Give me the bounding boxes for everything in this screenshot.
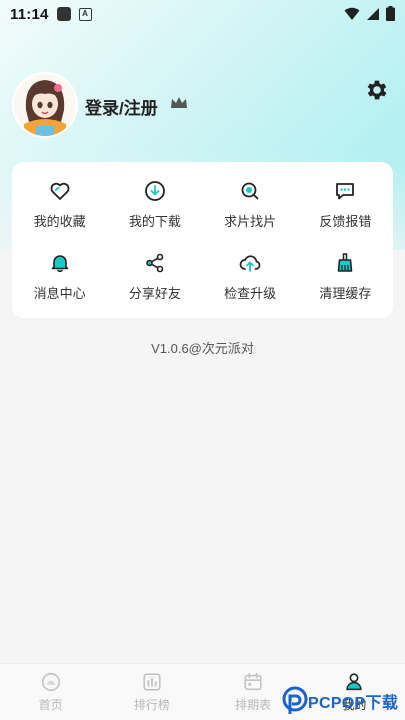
menu-label: 分享好友: [128, 285, 181, 301]
ranking-icon: [143, 673, 161, 691]
watermark-text: PCPOP下载: [308, 695, 399, 712]
watermark: PCPOP下载: [282, 684, 405, 718]
notification-icon: [56, 7, 71, 21]
login-register-link[interactable]: 登录/注册: [85, 94, 158, 119]
function-menu-card: 我的收藏 我的下载 求片找片 反馈报错 消息中心 分享好友 检查升级 清理缓存: [12, 162, 393, 318]
tab-home[interactable]: 首页: [0, 664, 101, 720]
heart-icon: [50, 182, 70, 200]
download-icon: [144, 180, 165, 201]
menu-label: 我的下载: [128, 213, 181, 229]
cloud-upload-icon: [239, 254, 261, 272]
search-film-icon: [241, 182, 259, 199]
battery-icon: [386, 6, 395, 21]
settings-gear-icon[interactable]: [364, 77, 390, 103]
calendar-icon: [244, 672, 262, 691]
broom-icon: [338, 252, 353, 272]
tab-label: 排期表: [235, 698, 272, 712]
menu-label: 反馈报错: [319, 213, 372, 229]
bell-icon: [51, 254, 68, 272]
status-bar: 11:14 A: [0, 0, 405, 28]
crown-icon: [171, 97, 187, 108]
menu-item-favorites[interactable]: 我的收藏: [12, 168, 107, 240]
status-time: 11:14: [10, 5, 49, 23]
menu-item-share[interactable]: 分享好友: [107, 240, 202, 312]
menu-label: 检查升级: [224, 285, 277, 301]
app-notification-icon: A: [78, 7, 92, 21]
menu-label: 消息中心: [33, 285, 86, 301]
version-text: V1.0.6@次元派对: [151, 341, 254, 356]
menu-item-check-update[interactable]: 检查升级: [203, 240, 298, 312]
feedback-icon: [336, 182, 355, 199]
wifi-icon: [344, 7, 360, 20]
menu-item-clear-cache[interactable]: 清理缓存: [298, 240, 393, 312]
menu-label: 求片找片: [224, 213, 277, 229]
tab-label: 排行榜: [133, 698, 170, 712]
home-icon: [41, 672, 60, 692]
share-icon: [146, 253, 164, 272]
menu-item-downloads[interactable]: 我的下载: [107, 168, 202, 240]
menu-label: 我的收藏: [33, 213, 86, 229]
pcpop-logo-icon: [282, 686, 308, 714]
signal-icon: [367, 7, 379, 20]
tab-ranking[interactable]: 排行榜: [101, 664, 202, 720]
menu-item-messages[interactable]: 消息中心: [12, 240, 107, 312]
menu-item-request-film[interactable]: 求片找片: [203, 168, 298, 240]
avatar[interactable]: [12, 72, 78, 138]
menu-item-feedback[interactable]: 反馈报错: [298, 168, 393, 240]
menu-label: 清理缓存: [319, 285, 372, 301]
avatar-illustration-icon: [14, 74, 76, 136]
tab-label: 首页: [38, 698, 63, 712]
profile-header: 登录/注册: [0, 70, 405, 140]
